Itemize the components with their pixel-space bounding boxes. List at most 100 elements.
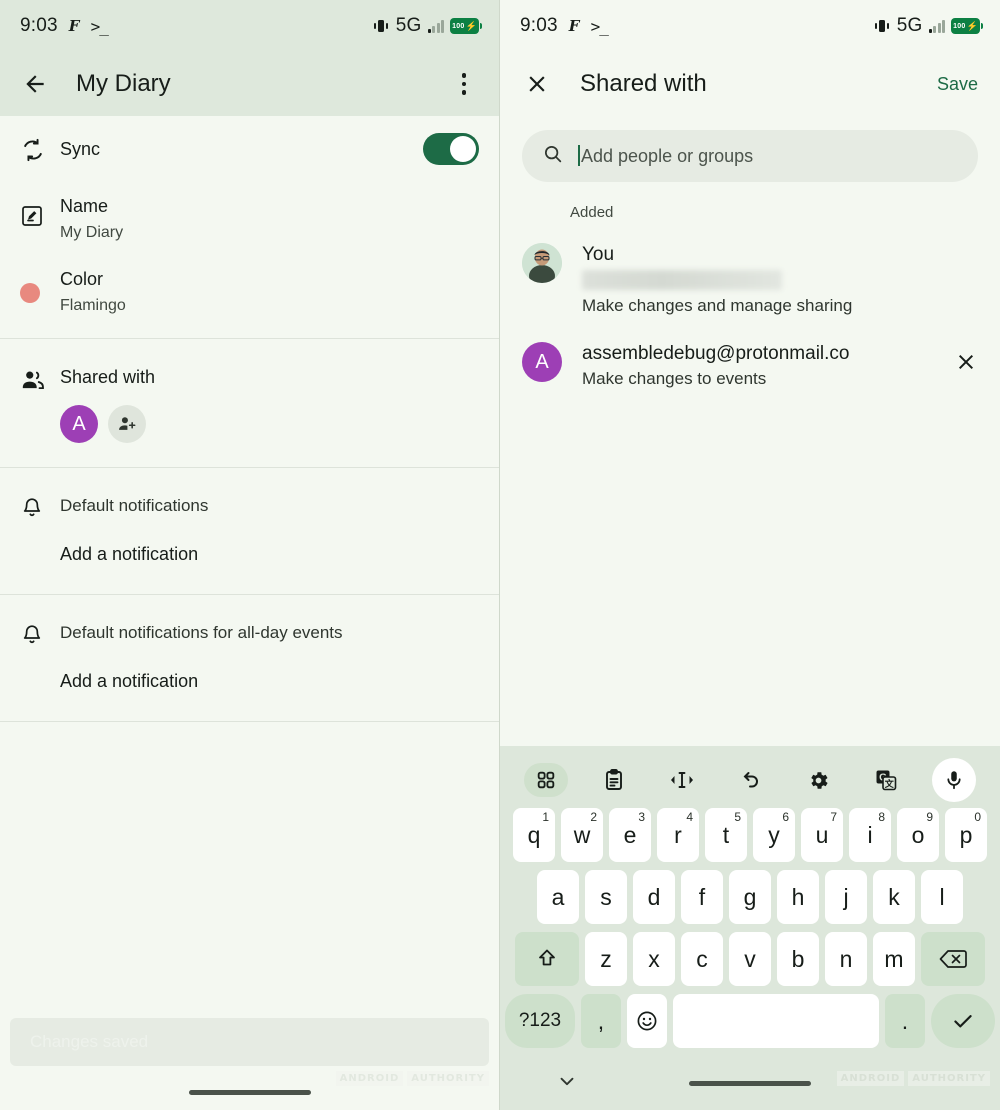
nav-gesture-bar[interactable]	[689, 1080, 811, 1086]
key-o[interactable]: 9o	[897, 808, 939, 862]
key-number: 3	[638, 810, 645, 824]
on-screen-keyboard: G 文 1q 2w	[500, 746, 1000, 1110]
close-icon[interactable]	[954, 342, 978, 379]
arrow-back-icon[interactable]	[20, 69, 50, 99]
bell-icon	[20, 496, 60, 520]
search-input[interactable]: Add people or groups	[522, 130, 978, 182]
key-j[interactable]: j	[825, 870, 867, 924]
add-notification-label: Add a notification	[60, 671, 199, 691]
snackbar: Changes saved	[10, 1018, 489, 1066]
key-u[interactable]: 7u	[801, 808, 843, 862]
text-cursor-move-icon[interactable]	[648, 769, 716, 791]
key-f[interactable]: f	[681, 870, 723, 924]
keyboard-row-2: a s d f g h j k l	[500, 870, 1000, 932]
search-icon	[542, 143, 564, 170]
sidebar-item-name[interactable]: Name My Diary	[0, 182, 499, 259]
key-g[interactable]: g	[729, 870, 771, 924]
avatar[interactable]: A	[60, 405, 98, 443]
key-e[interactable]: 3e	[609, 808, 651, 862]
key-h[interactable]: h	[777, 870, 819, 924]
status-bar-left: 9:03 F >_	[520, 15, 609, 37]
key-period[interactable]: .	[885, 994, 925, 1048]
person-info: You Make changes and manage sharing	[582, 243, 978, 316]
key-p[interactable]: 0p	[945, 808, 987, 862]
key-d[interactable]: d	[633, 870, 675, 924]
sidebar-item-color[interactable]: Color Flamingo	[0, 259, 499, 338]
key-l[interactable]: l	[921, 870, 963, 924]
key-number: 0	[974, 810, 981, 824]
nav-gesture-bar[interactable]	[0, 1074, 499, 1110]
check-icon[interactable]	[931, 994, 995, 1048]
key-b[interactable]: b	[777, 932, 819, 986]
key-i[interactable]: 8i	[849, 808, 891, 862]
undo-icon[interactable]	[716, 768, 784, 792]
font-glyph-icon: F	[68, 17, 80, 35]
watermark: ANDROID AUTHORITY	[836, 1071, 990, 1086]
key-x[interactable]: x	[633, 932, 675, 986]
person-role: Make changes to events	[582, 369, 767, 388]
key-w[interactable]: 2w	[561, 808, 603, 862]
sidebar-item-sync[interactable]: Sync	[0, 116, 499, 182]
key-s[interactable]: s	[585, 870, 627, 924]
shift-icon[interactable]	[515, 932, 579, 986]
sync-toggle[interactable]	[423, 133, 479, 165]
status-bar: 9:03 F >_ 5G 100 ⚡	[500, 0, 1000, 52]
terminal-icon: >_	[90, 16, 109, 36]
key-label: i	[867, 821, 873, 848]
key-c[interactable]: c	[681, 932, 723, 986]
key-label: y	[768, 821, 780, 848]
bell-icon	[20, 623, 60, 647]
key-k[interactable]: k	[873, 870, 915, 924]
search-placeholder: Add people or groups	[578, 145, 753, 167]
snackbar-message: Changes saved	[30, 1032, 149, 1051]
sync-label: Sync	[60, 139, 101, 159]
person-role: Make changes and manage sharing	[582, 296, 853, 315]
key-label: t	[722, 821, 730, 848]
translate-icon[interactable]: G 文	[852, 768, 920, 792]
list-item-person-shared[interactable]: A assembledebug@protonmail.co Make chang…	[500, 316, 1000, 389]
key-a[interactable]: a	[537, 870, 579, 924]
charging-bolt-icon: ⚡	[966, 20, 978, 31]
key-r[interactable]: 4r	[657, 808, 699, 862]
person-email-redacted	[582, 270, 782, 290]
edit-icon	[20, 194, 60, 228]
key-label: e	[623, 821, 637, 848]
add-notification-button-1[interactable]: Add a notification	[0, 520, 499, 594]
microphone-icon[interactable]	[920, 758, 988, 802]
settings-gear-icon[interactable]	[784, 769, 852, 792]
key-n[interactable]: n	[825, 932, 867, 986]
symbols-key[interactable]: ?123	[505, 994, 575, 1048]
list-item-person-you[interactable]: You Make changes and manage sharing	[500, 221, 1000, 316]
right-phone-screen: 9:03 F >_ 5G 100 ⚡ Shared with Save Add …	[500, 0, 1000, 1110]
person-add-icon[interactable]	[108, 405, 146, 443]
key-comma[interactable]: ,	[581, 994, 621, 1048]
close-icon[interactable]	[522, 69, 552, 99]
key-m[interactable]: m	[873, 932, 915, 986]
key-t[interactable]: 5t	[705, 808, 747, 862]
vibrate-icon	[372, 18, 390, 34]
key-z[interactable]: z	[585, 932, 627, 986]
settings-section-notifications-allday: Default notifications for all-day events…	[0, 595, 499, 722]
color-dot-icon	[20, 267, 60, 303]
settings-section-notifications: Default notifications Add a notification	[0, 468, 499, 595]
left-settings-list: Sync Name My Diary Color Flamingo Shared…	[0, 116, 499, 1110]
font-glyph-icon: F	[568, 17, 580, 35]
apps-grid-icon[interactable]	[512, 763, 580, 797]
emoji-icon[interactable]	[627, 994, 667, 1048]
shared-with-label: Shared with	[60, 367, 156, 387]
kebab-menu-icon[interactable]	[449, 69, 479, 99]
key-q[interactable]: 1q	[513, 808, 555, 862]
backspace-icon[interactable]	[921, 932, 985, 986]
key-y[interactable]: 6y	[753, 808, 795, 862]
dual-screenshot: 9:03 F >_ 5G 100 ⚡ My Diary Sync Name My…	[0, 0, 1000, 1110]
sidebar-item-shared-with[interactable]: Shared with A	[0, 339, 499, 467]
chevron-down-icon[interactable]	[556, 1070, 578, 1097]
key-v[interactable]: v	[729, 932, 771, 986]
network-type-label: 5G	[896, 15, 923, 36]
space-key[interactable]	[673, 994, 879, 1048]
add-notification-button-2[interactable]: Add a notification	[0, 647, 499, 721]
key-label: q	[527, 821, 541, 848]
save-button[interactable]: Save	[937, 74, 978, 95]
network-type-label: 5G	[395, 15, 422, 36]
clipboard-icon[interactable]	[580, 768, 648, 792]
